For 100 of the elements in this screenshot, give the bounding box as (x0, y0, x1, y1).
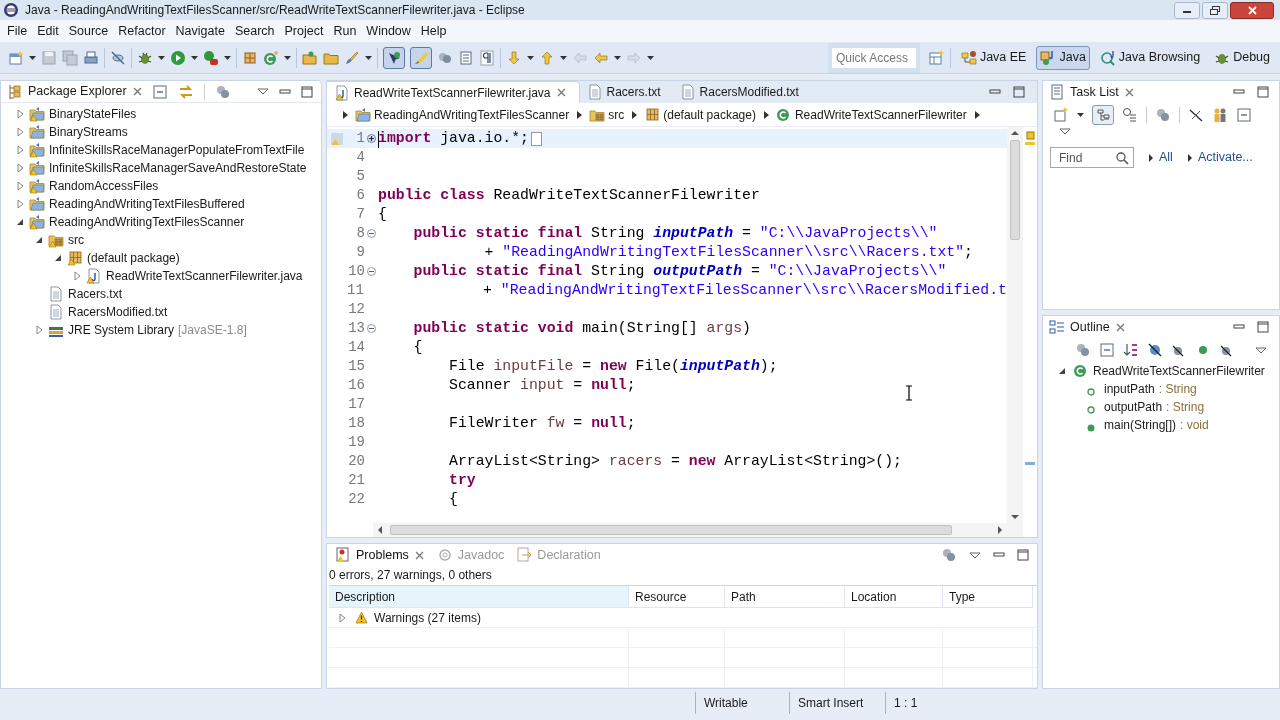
menu-item[interactable]: Help (415, 21, 452, 41)
tree-item[interactable]: ReadingAndWritingTextFilesBuffered (49, 195, 245, 213)
new-file-icon[interactable] (8, 49, 24, 66)
tree-item[interactable]: BinaryStateFiles (49, 105, 137, 123)
perspective-button[interactable]: Java Browsing (1095, 45, 1205, 70)
next-annotation-icon[interactable] (506, 49, 522, 66)
collapsed-arrow-icon[interactable] (15, 198, 25, 210)
run-tools-icon[interactable] (203, 49, 219, 66)
collapse-all-icon[interactable] (152, 83, 168, 100)
menu-item[interactable]: File (2, 21, 33, 41)
tree-item[interactable]: RacersModified.txt (68, 303, 168, 321)
previous-annotation-icon[interactable] (539, 49, 555, 66)
warning-marker[interactable] (1025, 142, 1035, 145)
restore-button[interactable] (1202, 1, 1228, 19)
warning-marker[interactable] (1025, 462, 1035, 465)
sort-icon[interactable] (1123, 342, 1139, 358)
caret-icon[interactable] (158, 54, 165, 61)
menu-item[interactable]: Navigate (170, 21, 230, 41)
categorized-icon[interactable] (1096, 108, 1110, 122)
caret-icon[interactable] (29, 54, 36, 61)
collapsed-arrow-icon[interactable] (72, 270, 82, 282)
collapsed-arrow-icon[interactable] (15, 126, 25, 138)
menu-item[interactable]: Refactor (113, 21, 171, 41)
maximize-icon[interactable] (1257, 321, 1269, 333)
caret-icon[interactable] (560, 54, 567, 61)
menu-item[interactable]: Window (361, 21, 416, 41)
expand-fold-icon[interactable] (367, 134, 376, 143)
view-menu-icon[interactable] (969, 550, 981, 560)
menu-item[interactable]: Run (328, 21, 362, 41)
perspective-button[interactable]: Java (1036, 45, 1090, 70)
view-tab[interactable]: Task List (1049, 82, 1135, 102)
tree-item[interactable]: InfiniteSkillsRaceManagerSaveAndRestoreState (49, 159, 307, 177)
caret-icon[interactable] (614, 54, 621, 61)
maximize-icon[interactable] (1017, 549, 1029, 561)
column-header[interactable]: Location (845, 586, 943, 608)
scroll-left-icon[interactable] (376, 525, 384, 535)
minimize-button[interactable] (1174, 1, 1200, 19)
tree-item[interactable]: ReadWriteTextScannerFilewriter.java (106, 267, 303, 285)
caret-icon[interactable] (365, 54, 372, 61)
breadcrumb-item[interactable]: (default package) (663, 105, 756, 124)
view-tab[interactable]: Package Explorer (7, 82, 143, 101)
close-icon[interactable] (1123, 86, 1135, 98)
caret-icon[interactable] (647, 54, 654, 61)
tree-item[interactable]: ReadWriteTextScannerFilewriter (1093, 362, 1265, 380)
collapsed-arrow-icon[interactable] (15, 180, 25, 192)
link-editor-icon[interactable] (178, 83, 194, 100)
column-header[interactable]: Path (725, 586, 845, 608)
view-menu-icon[interactable] (1059, 127, 1071, 136)
editor-tab[interactable]: Racers.txt (579, 81, 673, 103)
print-icon[interactable] (83, 49, 99, 66)
menu-item[interactable]: Search (229, 21, 280, 41)
close-icon[interactable] (1114, 321, 1126, 333)
scrollbar-thumb[interactable] (390, 525, 952, 535)
people-icon[interactable] (1212, 107, 1228, 123)
open-folder-icon[interactable] (302, 49, 318, 66)
tree-item[interactable]: outputPath (1104, 398, 1163, 416)
tree-item[interactable]: inputPath (1104, 380, 1155, 398)
editor-tab[interactable]: ReadWriteTextScannerFilewriter.java (327, 81, 580, 103)
breadcrumb-item[interactable]: ReadWriteTextScannerFilewriter (794, 105, 967, 124)
caret-icon[interactable] (1077, 112, 1084, 118)
menu-item[interactable]: Edit (32, 21, 64, 41)
tree-item[interactable]: InfiniteSkillsRaceManagerPopulateFromTextFile (49, 141, 305, 159)
close-icon[interactable] (413, 549, 425, 561)
tree-item[interactable]: src (68, 231, 84, 249)
collapsed-arrow-icon[interactable] (337, 611, 347, 624)
pilcrow-icon[interactable] (479, 49, 495, 66)
new-class-icon[interactable] (263, 49, 279, 66)
brush-icon[interactable] (344, 49, 360, 66)
run-icon[interactable] (170, 49, 186, 66)
collapse-all-icon[interactable] (1236, 107, 1252, 123)
maximize-icon[interactable] (1013, 86, 1025, 98)
collapsed-arrow-icon[interactable] (15, 162, 25, 174)
column-header[interactable]: Type (943, 586, 1033, 608)
maximize-icon[interactable] (1257, 86, 1269, 98)
breadcrumb-item[interactable]: ReadingAndWritingTextFilesScanner (374, 105, 570, 124)
filter-link[interactable]: All (1159, 148, 1173, 167)
tree-item[interactable]: (default package) (87, 249, 180, 267)
caret-icon[interactable] (224, 54, 231, 61)
tree-item[interactable]: Racers.txt (68, 285, 122, 303)
open-perspective-icon[interactable] (927, 49, 944, 66)
menu-item[interactable]: Source (63, 21, 114, 41)
scroll-down-icon[interactable] (1010, 513, 1020, 521)
collapse-fold-icon[interactable] (367, 267, 376, 276)
scroll-right-icon[interactable] (996, 525, 1004, 535)
editor-tab[interactable]: RacersModified.txt (672, 81, 811, 103)
tree-item[interactable]: JRE System Library (68, 321, 175, 339)
view-menu-icon[interactable] (1255, 345, 1267, 355)
scroll-up-icon[interactable] (1010, 129, 1020, 137)
collapsed-arrow-icon[interactable] (15, 144, 25, 156)
menu-item[interactable]: Project (279, 21, 329, 41)
tree-item[interactable]: main(String[]) (1104, 416, 1177, 434)
collapsed-arrow-icon[interactable] (15, 108, 25, 120)
find-field[interactable]: Find (1050, 147, 1134, 168)
highlight-button[interactable] (410, 46, 432, 69)
toggle-button[interactable] (383, 46, 405, 69)
skip-breakpoints-icon[interactable] (110, 49, 126, 66)
collapse-all-icon[interactable] (1099, 342, 1115, 358)
scrollbar-thumb[interactable] (1010, 140, 1020, 240)
maximize-icon[interactable] (301, 85, 313, 98)
close-button[interactable] (1230, 1, 1274, 19)
